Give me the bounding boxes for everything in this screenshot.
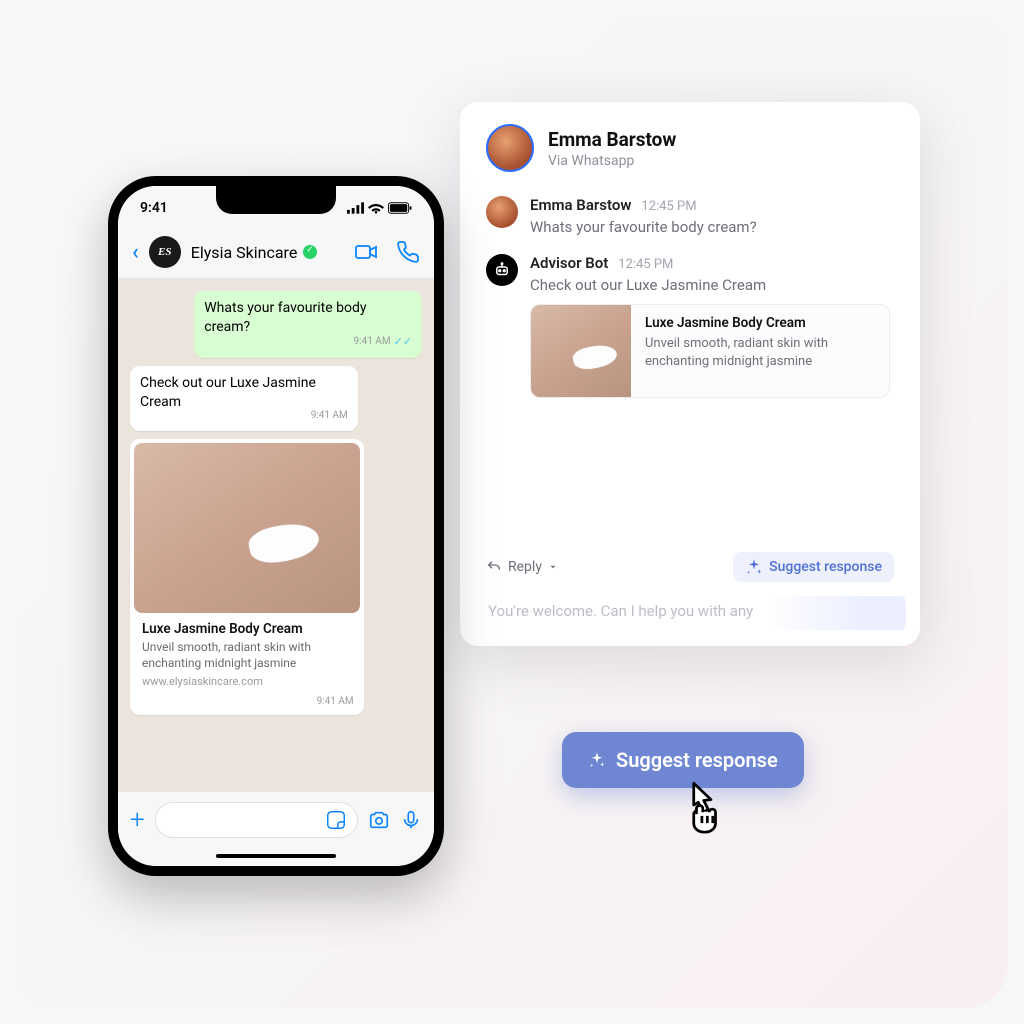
message-time: 9:41 AM	[354, 335, 391, 349]
chat-body[interactable]: Whats your favourite body cream? 9:41 AM…	[118, 279, 434, 792]
msg-text: Whats your favourite body cream?	[530, 218, 894, 236]
message-bot: Advisor Bot 12:45 PM Check out our Luxe …	[486, 254, 894, 398]
customer-name: Emma Barstow	[548, 128, 676, 151]
channel-via: Via Whatsapp	[548, 153, 676, 169]
video-call-icon[interactable]	[354, 240, 378, 264]
product-description: Unveil smooth, radiant skin with enchant…	[645, 335, 875, 370]
user-avatar-small	[486, 196, 518, 228]
canvas: Emma Barstow Via Whatsapp Emma Barstow 1…	[16, 16, 1008, 1008]
message-text: Whats your favourite body cream?	[204, 299, 412, 337]
reply-arrow-icon	[486, 559, 502, 575]
msg-sender-name: Advisor Bot	[530, 254, 608, 272]
msg-timestamp: 12:45 PM	[618, 257, 673, 272]
panel-footer: Reply Suggest response You're welcome. C…	[486, 544, 894, 626]
contact-avatar[interactable]: ES	[149, 236, 181, 268]
read-ticks-icon: ✓✓	[394, 335, 412, 350]
back-button[interactable]: ‹	[132, 240, 139, 265]
incoming-message[interactable]: Check out our Luxe Jasmine Cream 9:41 AM	[130, 366, 358, 431]
outgoing-message[interactable]: Whats your favourite body cream? 9:41 AM…	[194, 291, 422, 358]
home-indicator	[216, 854, 336, 858]
customer-avatar[interactable]	[486, 124, 534, 172]
suggest-response-chip[interactable]: Suggest response	[733, 552, 894, 582]
contact-name[interactable]: Elysia Skincare	[191, 243, 344, 262]
product-image	[134, 443, 360, 613]
phone-notch	[216, 186, 336, 214]
battery-icon	[388, 202, 412, 214]
phone-call-icon[interactable]	[396, 240, 420, 264]
chevron-down-icon	[548, 562, 558, 572]
reply-button[interactable]: Reply	[486, 559, 558, 575]
msg-timestamp: 12:45 PM	[641, 199, 696, 214]
product-link-card[interactable]: Luxe Jasmine Body Cream Unveil smooth, r…	[130, 439, 364, 715]
whatsapp-header: ‹ ES Elysia Skincare	[118, 230, 434, 279]
reply-label: Reply	[508, 559, 542, 575]
message-input[interactable]	[155, 802, 358, 838]
cta-label: Suggest response	[616, 748, 778, 772]
message-text: Check out our Luxe Jasmine Cream	[140, 374, 348, 412]
cellular-icon	[347, 202, 364, 214]
conversation-thread: Emma Barstow 12:45 PM Whats your favouri…	[486, 196, 894, 416]
message-user: Emma Barstow 12:45 PM Whats your favouri…	[486, 196, 894, 236]
message-time: 9:41 AM	[311, 409, 348, 423]
status-time: 9:41	[140, 200, 168, 216]
sparkle-icon	[588, 751, 606, 769]
cursor-pointer-icon	[672, 776, 730, 834]
robot-icon	[493, 261, 511, 279]
phone-frame: 9:41 ‹ ES Elysia Skincare	[108, 176, 444, 876]
card-title: Luxe Jasmine Body Cream	[142, 621, 352, 637]
bot-avatar	[486, 254, 518, 286]
msg-sender-name: Emma Barstow	[530, 196, 631, 214]
product-image	[531, 305, 631, 397]
compose-input[interactable]: You're welcome. Can I help you with any	[486, 596, 894, 626]
product-card[interactable]: Luxe Jasmine Body Cream Unveil smooth, r…	[530, 304, 890, 398]
card-url: www.elysiaskincare.com	[142, 675, 352, 688]
suggest-chip-label: Suggest response	[769, 559, 882, 575]
phone-screen: 9:41 ‹ ES Elysia Skincare	[118, 186, 434, 866]
sparkle-icon	[745, 558, 763, 576]
msg-text: Check out our Luxe Jasmine Cream	[530, 276, 894, 294]
verified-badge-icon	[303, 245, 317, 259]
card-time: 9:41 AM	[134, 696, 360, 711]
product-title: Luxe Jasmine Body Cream	[645, 315, 875, 331]
wifi-icon	[368, 202, 384, 214]
camera-icon[interactable]	[368, 809, 390, 831]
attach-button[interactable]: +	[130, 805, 145, 835]
panel-header: Emma Barstow Via Whatsapp	[486, 124, 894, 172]
card-description: Unveil smooth, radiant skin with enchant…	[142, 639, 352, 671]
agent-panel: Emma Barstow Via Whatsapp Emma Barstow 1…	[460, 102, 920, 646]
sticker-icon[interactable]	[325, 809, 347, 831]
mic-icon[interactable]	[400, 809, 422, 831]
